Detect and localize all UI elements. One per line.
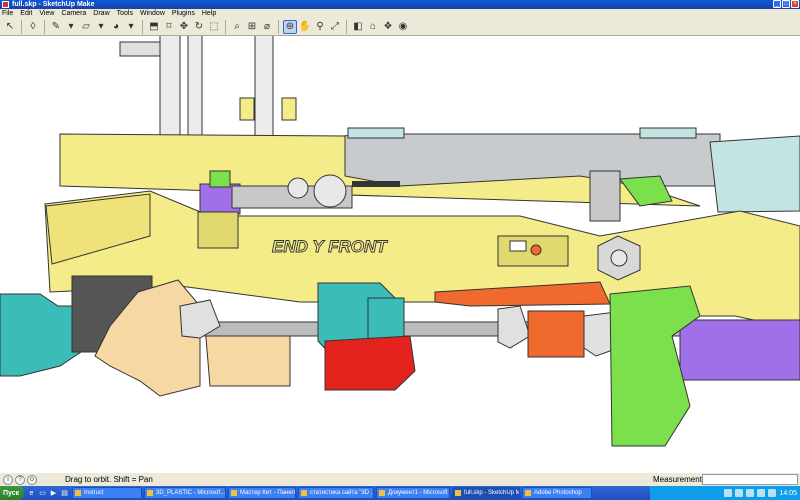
menu-bar: File Edit View Camera Draw Tools Window … — [0, 9, 800, 18]
task-master-kit[interactable]: Мастер Кит - Панель ... — [228, 487, 296, 499]
os-taskbar: Пуск e ▭ ▶ ▤ Instruct 3D_PLASTIC - Micro… — [0, 486, 800, 500]
measurements-label: Measurements — [653, 475, 706, 484]
glass-clip-center — [347, 127, 405, 139]
glass-clip-right — [639, 127, 697, 139]
grey-rod-bracket — [589, 170, 621, 222]
menu-edit[interactable]: Edit — [20, 9, 32, 18]
credits-icon[interactable]: ? — [15, 474, 25, 485]
info-icon[interactable]: i — [3, 474, 13, 485]
folder-icon[interactable]: ▤ — [60, 489, 69, 498]
window-controls: _ □ × — [773, 0, 799, 8]
frame-nut-pocket — [197, 211, 239, 249]
tray-network-icon[interactable] — [724, 489, 733, 497]
toolbar-separator — [225, 19, 226, 34]
pencil-tool-button[interactable]: ✎ — [49, 20, 63, 34]
slot-indicator — [530, 244, 542, 256]
purple-bearing-right — [679, 319, 800, 381]
offset-tool-button[interactable]: ⌑ — [162, 20, 176, 34]
zoom-tool-button[interactable]: ⚲ — [313, 20, 327, 34]
tray-security-icon[interactable] — [757, 489, 766, 497]
zoom-extents-tool-button[interactable]: ⤢ — [328, 20, 342, 34]
user-icon[interactable]: o — [27, 474, 37, 485]
previous-view-tool-button[interactable]: ◧ — [351, 20, 365, 34]
menu-window[interactable]: Window — [140, 9, 165, 18]
task-document[interactable]: Документ1 - Microsoft ... — [376, 487, 450, 499]
tray-update-icon[interactable] — [768, 489, 777, 497]
rod-nut-center — [497, 305, 531, 349]
menu-help[interactable]: Help — [202, 9, 216, 18]
yellow-clip-left — [239, 97, 255, 121]
dimension-tool-button[interactable]: ⊞ — [245, 20, 259, 34]
task-photoshop[interactable]: Adobe Photoshop — [522, 487, 592, 499]
tray-language-icon[interactable] — [746, 489, 755, 497]
nut-bolt-head — [610, 249, 628, 267]
line-dropdown-button[interactable]: ▾ — [64, 20, 78, 34]
status-message: Drag to orbit. Shift = Pan — [65, 475, 153, 484]
shape-dropdown-button[interactable]: ▾ — [94, 20, 108, 34]
eraser-tool-button[interactable]: ◊ — [26, 20, 40, 34]
toolbar-separator — [278, 19, 279, 34]
scale-tool-button[interactable]: ⬚ — [207, 20, 221, 34]
clock: 14:05 — [779, 489, 797, 497]
tape-measure-tool-button[interactable]: ⌕ — [230, 20, 244, 34]
styles-tool-button[interactable]: ◉ — [396, 20, 410, 34]
tray-volume-icon[interactable] — [735, 489, 744, 497]
start-button[interactable]: Пуск — [0, 486, 24, 500]
pan-tool-button[interactable]: ✋ — [298, 20, 312, 34]
light-cyan-block-right — [709, 135, 800, 213]
menu-tools[interactable]: Tools — [117, 9, 133, 18]
toolbar-separator — [44, 19, 45, 34]
embossed-label: END Y FRONT — [272, 237, 388, 256]
select-tool-button[interactable]: ↖ — [3, 20, 17, 34]
menu-view[interactable]: View — [39, 9, 54, 18]
close-button[interactable]: × — [791, 0, 799, 8]
toolbar-separator — [21, 19, 22, 34]
menu-draw[interactable]: Draw — [93, 9, 109, 18]
browser-icon[interactable]: e — [27, 489, 36, 498]
task-statistics[interactable]: статистика сайта "3D ... — [298, 487, 374, 499]
orbit-tool-button[interactable]: ⊛ — [283, 19, 297, 34]
model-viewport[interactable]: END Y FRONT — [0, 36, 800, 472]
rotate-tool-button[interactable]: ↻ — [192, 20, 206, 34]
toolbar-separator — [142, 19, 143, 34]
push-pull-tool-button[interactable]: ⬒ — [147, 20, 161, 34]
window-title: full.skp - SketchUp Make — [12, 1, 95, 8]
system-tray: 14:05 — [650, 486, 800, 500]
minimize-button[interactable]: _ — [773, 0, 781, 8]
rod-clamp — [119, 41, 161, 57]
protractor-tool-button[interactable]: ⌀ — [260, 20, 274, 34]
orange-block — [527, 310, 585, 358]
menu-file[interactable]: File — [2, 9, 13, 18]
measurements-box[interactable] — [702, 474, 798, 485]
rectangle-tool-button[interactable]: ▱ — [79, 20, 93, 34]
quick-launch: e ▭ ▶ ▤ — [27, 489, 69, 498]
desktop-icon[interactable]: ▭ — [38, 489, 47, 498]
paint-dropdown-button[interactable]: ▾ — [124, 20, 138, 34]
model-drawing[interactable]: END Y FRONT — [0, 36, 800, 472]
components-tool-button[interactable]: ❖ — [381, 20, 395, 34]
menu-plugins[interactable]: Plugins — [172, 9, 195, 18]
grey-gear-small — [287, 177, 309, 199]
toolbar-separator — [346, 19, 347, 34]
sketchup-app-icon — [2, 1, 9, 8]
title-bar: full.skp - SketchUp Make _ □ × — [0, 0, 800, 9]
status-bar: i ? o Drag to orbit. Shift = Pan Measure… — [0, 472, 800, 486]
main-toolbar: ↖ ◊ ✎ ▾ ▱ ▾ ◕ ▾ ⬒ ⌑ ✥ ↻ ⬚ ⌕ ⊞ ⌀ ⊛ ✋ ⚲ ⤢ … — [0, 18, 800, 36]
grey-gear — [313, 174, 347, 208]
status-icons: i ? o — [0, 474, 37, 485]
yellow-clip-right — [281, 97, 297, 121]
media-icon[interactable]: ▶ — [49, 489, 58, 498]
move-tool-button[interactable]: ✥ — [177, 20, 191, 34]
warehouse-tool-button[interactable]: ⌂ — [366, 20, 380, 34]
task-instruct[interactable]: Instruct — [72, 487, 142, 499]
paint-bucket-tool-button[interactable]: ◕ — [109, 20, 123, 34]
green-knob-top — [209, 170, 231, 188]
task-3d-plastic[interactable]: 3D_PLASTIC - Microsof... — [144, 487, 226, 499]
menu-camera[interactable]: Camera — [61, 9, 86, 18]
red-belt-clamp — [324, 335, 416, 391]
slot-window — [509, 240, 527, 252]
maximize-button[interactable]: □ — [782, 0, 790, 8]
task-sketchup[interactable]: full.skp - SketchUp Ma... — [452, 487, 520, 499]
